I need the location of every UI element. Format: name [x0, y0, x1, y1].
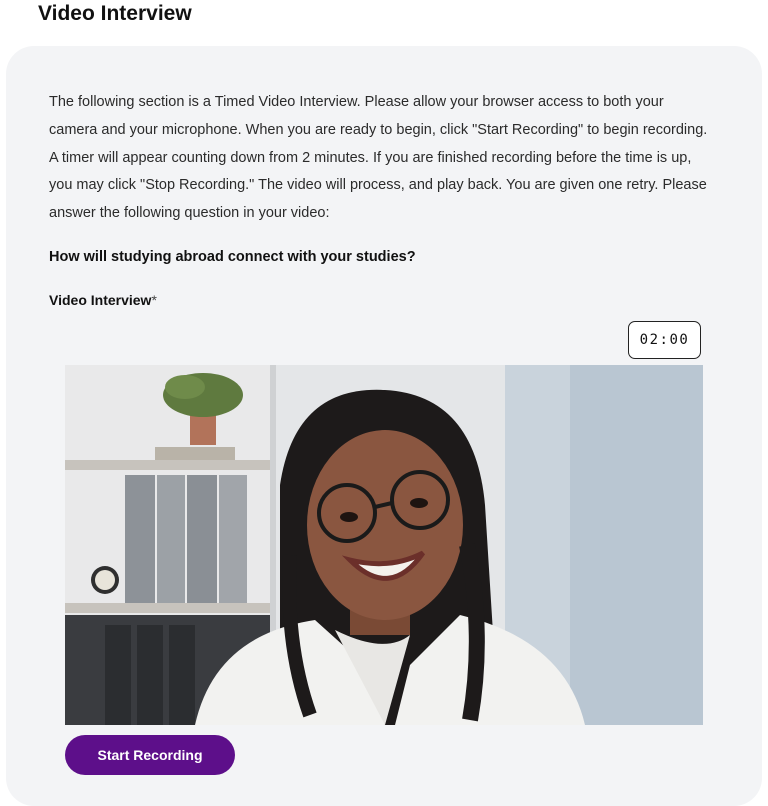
start-recording-button[interactable]: Start Recording — [65, 735, 235, 775]
video-preview[interactable] — [65, 365, 703, 725]
instructions-text: The following section is a Timed Video I… — [49, 94, 708, 222]
countdown-timer: 02:00 — [628, 321, 701, 359]
video-field-label: Video Interview* — [49, 288, 157, 312]
interview-question: How will studying abroad connect with yo… — [49, 249, 416, 265]
webcam-preview-image — [65, 365, 703, 725]
required-mark: * — [151, 292, 157, 308]
page-title: Video Interview — [38, 2, 192, 25]
video-field-label-text: Video Interview — [49, 292, 152, 308]
